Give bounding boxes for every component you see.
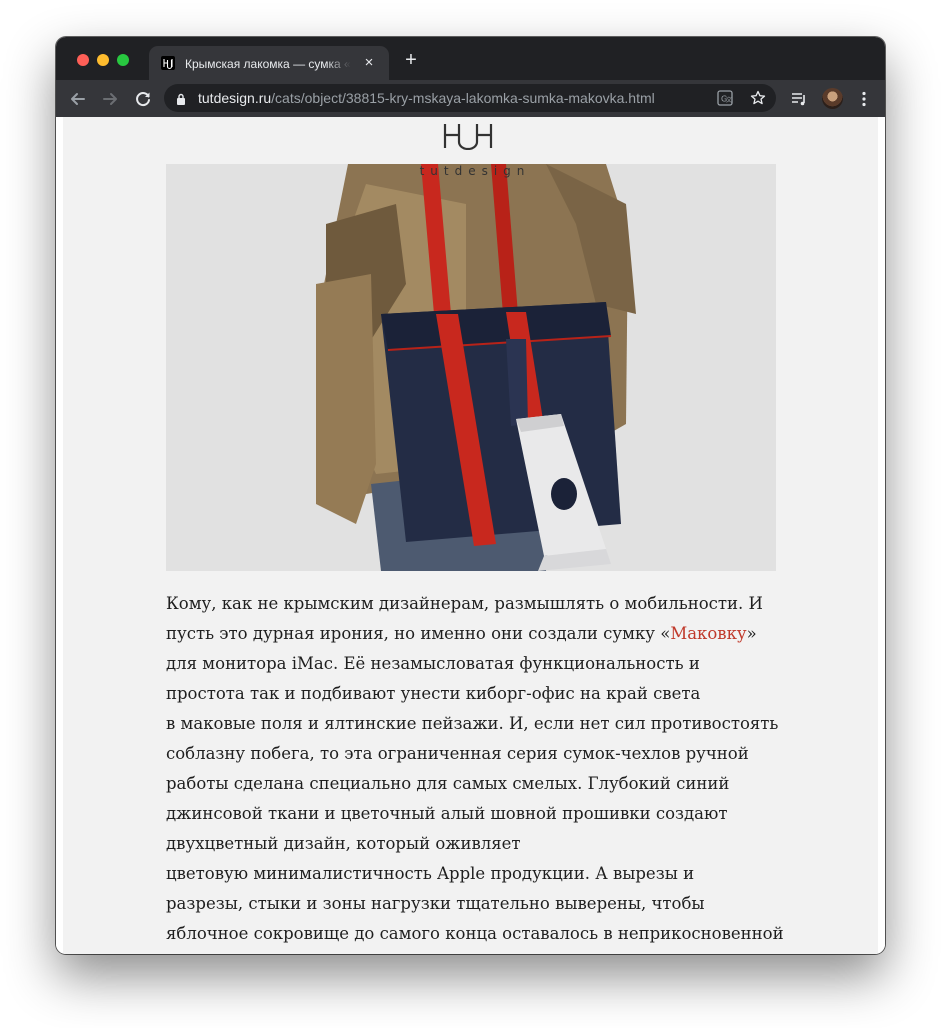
article-line: Кому, как не крымским дизайнерам, размыш… (166, 594, 763, 613)
minimize-window-button[interactable] (97, 54, 109, 66)
tab-title: Крымская лакомка — сумка « (185, 57, 351, 71)
back-arrow-icon[interactable] (65, 86, 91, 112)
close-tab-icon[interactable]: × (361, 55, 377, 71)
profile-avatar[interactable] (822, 88, 843, 109)
bookmark-star-icon[interactable] (749, 89, 767, 107)
article-line: простота так и подбивают унести киборг-о… (166, 684, 701, 703)
article-line: соблазну побега, то эта ограниченная сер… (166, 744, 749, 763)
lock-icon[interactable] (176, 92, 186, 105)
article-photo (166, 164, 776, 571)
article-line: работы сделана специально для самых смел… (166, 774, 730, 793)
makovka-link[interactable]: Маковку (670, 624, 746, 643)
url-text[interactable]: tutdesign.ru/cats/object/38815-kry-mskay… (198, 90, 708, 107)
tutdesign-logo-icon[interactable] (441, 122, 497, 151)
browser-window: Крымская лакомка — сумка « × + tutdesign… (56, 37, 885, 954)
site-favicon-icon (161, 56, 175, 70)
reload-icon[interactable] (130, 86, 156, 112)
media-controls-icon[interactable] (789, 89, 809, 109)
address-bar[interactable]: tutdesign.ru/cats/object/38815-kry-mskay… (164, 84, 776, 112)
tab-active[interactable]: Крымская лакомка — сумка « × (149, 46, 389, 80)
page-left-gutter (56, 117, 63, 954)
browser-toolbar: tutdesign.ru/cats/object/38815-kry-mskay… (56, 80, 885, 117)
more-menu-icon[interactable] (854, 89, 874, 109)
forward-arrow-icon[interactable] (97, 86, 123, 112)
new-tab-button[interactable]: + (402, 50, 420, 70)
svg-text:文: 文 (726, 96, 732, 104)
url-host: tutdesign.ru (198, 90, 272, 106)
logo-wordmark: tutdesign (419, 164, 531, 178)
article-body: Кому, как не крымским дизайнерам, размыш… (166, 589, 784, 949)
page-right-gutter (878, 117, 885, 954)
url-path: /cats/object/38815-kry-mskaya-lakomka-su… (271, 90, 655, 106)
article-line-text: пусть это дурная ирония, но именно они с… (166, 624, 671, 643)
fullscreen-window-button[interactable] (117, 54, 129, 66)
article-line: джинсовой ткани и цветочный алый шовной … (166, 804, 728, 823)
article-line: для монитора iMac. Её незамысловатая фун… (166, 654, 700, 673)
article-line: разрезы, стыки и зоны нагрузки тщательно… (166, 894, 705, 913)
article-line: цветовую минималистичность Apple продукц… (166, 864, 695, 883)
translate-icon[interactable]: G文 (716, 89, 734, 107)
article-line: в маковые поля и ялтинские пейзажи. И, е… (166, 714, 779, 733)
article-line: пусть это дурная ирония, но именно они с… (166, 619, 778, 649)
article-line: яблочное сокровище до самого конца остав… (166, 924, 784, 943)
close-window-button[interactable] (77, 54, 89, 66)
article-line-text: » (746, 624, 757, 643)
tab-strip: Крымская лакомка — сумка « × + (56, 37, 885, 80)
page-viewport[interactable]: tutdesign Кому, как не крымским дизайнер… (56, 117, 885, 954)
article-line: двухцветный дизайн, который оживляет (166, 834, 521, 853)
